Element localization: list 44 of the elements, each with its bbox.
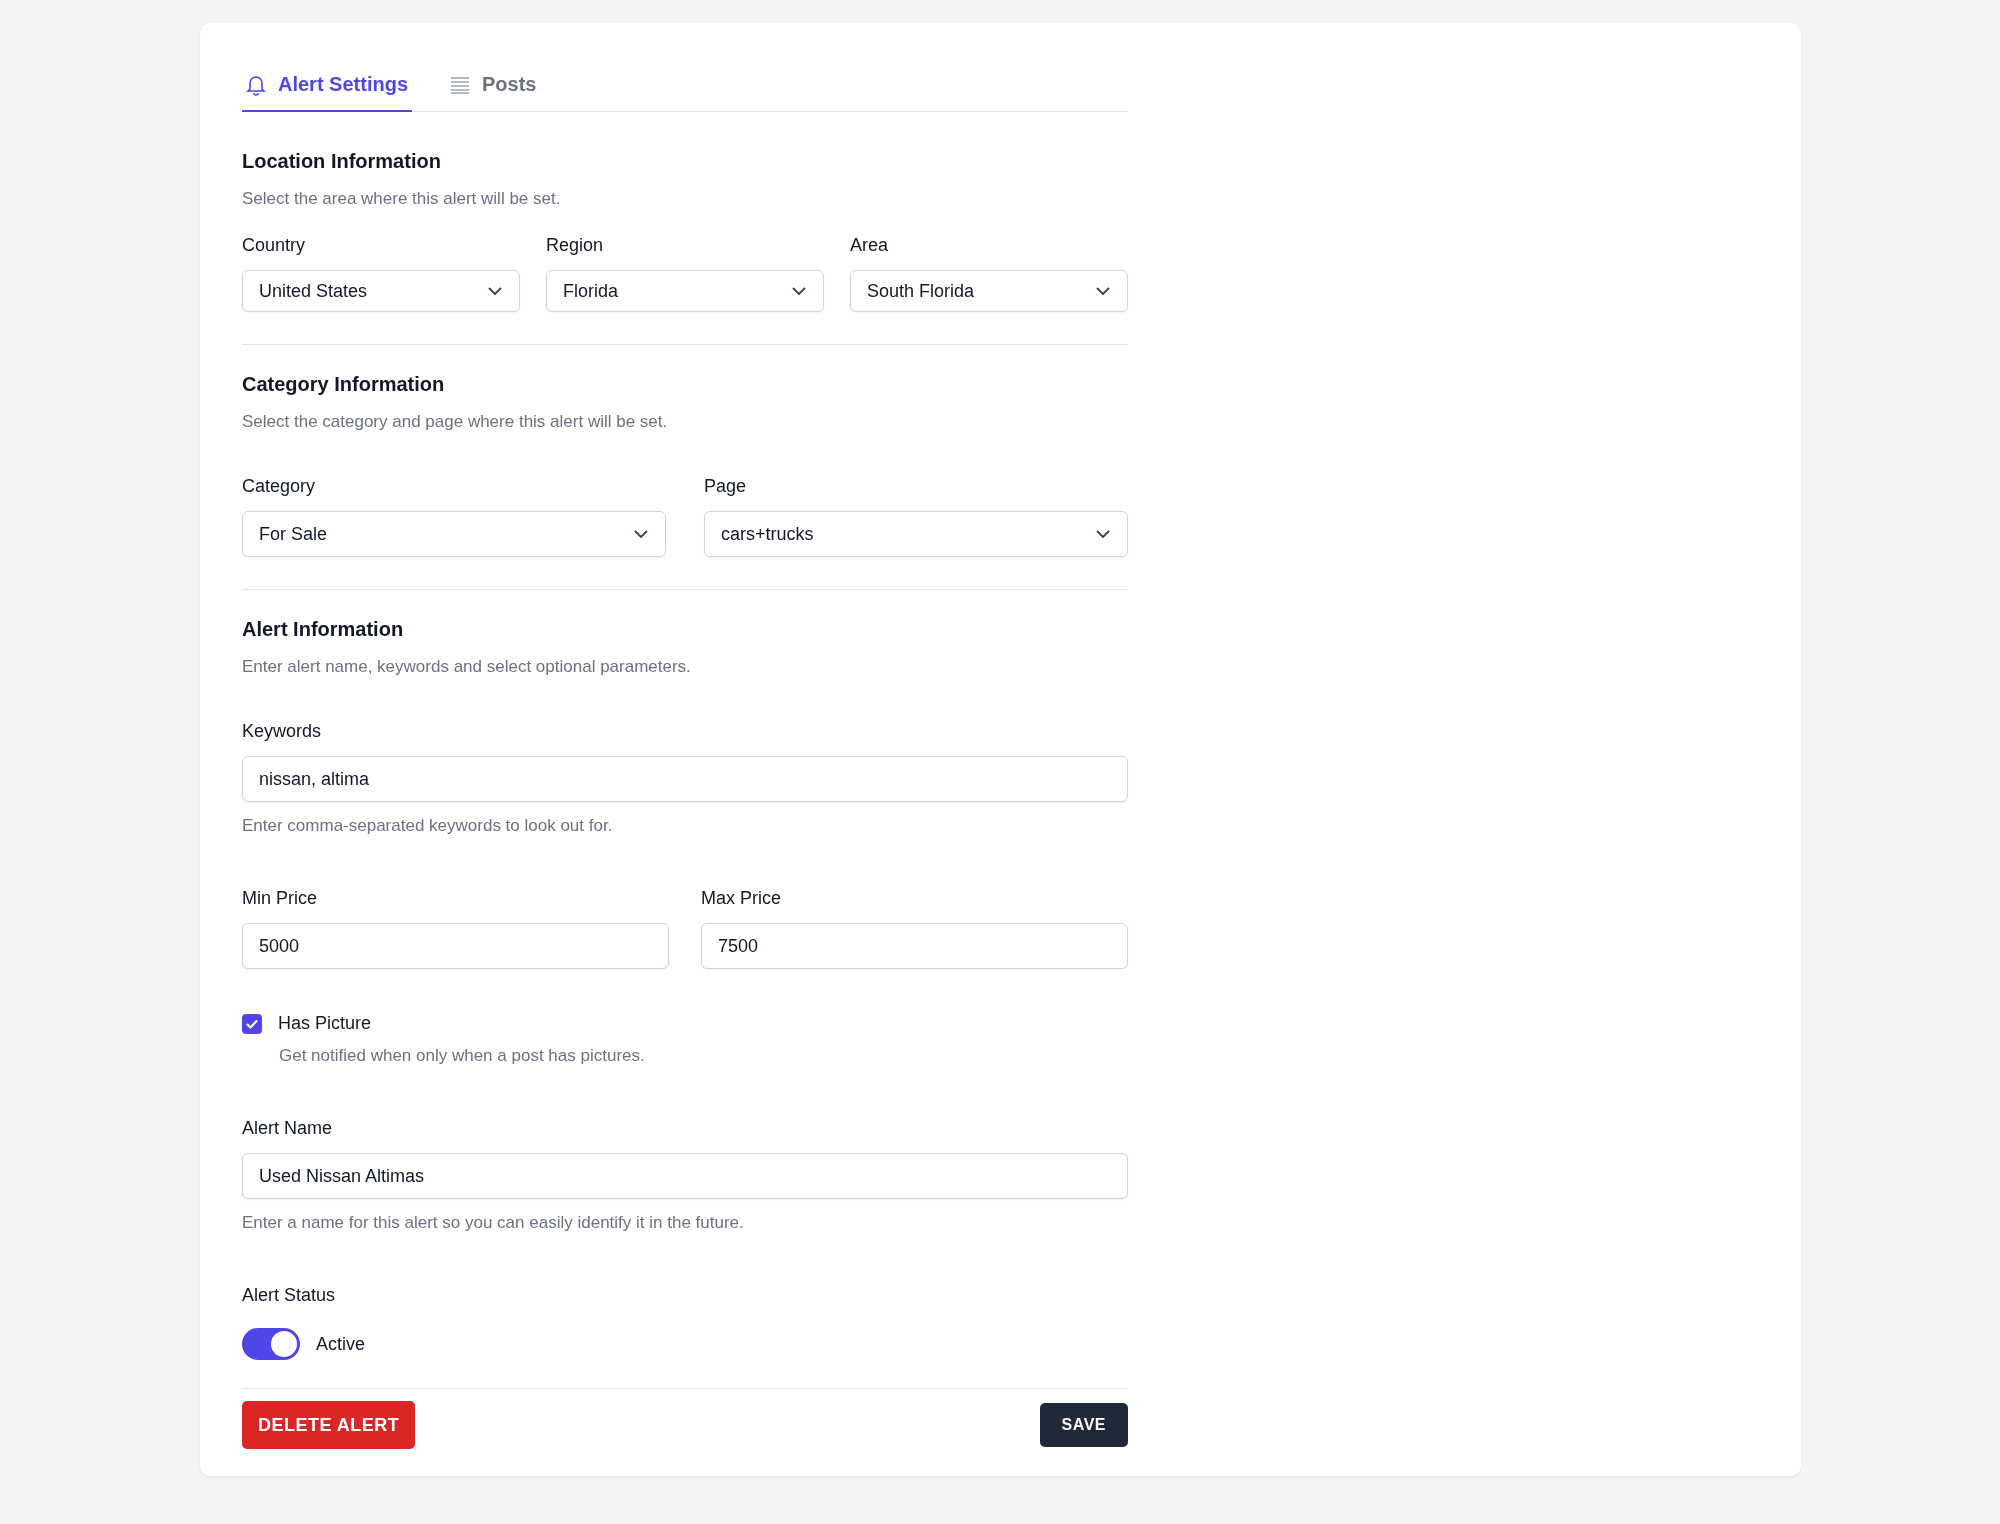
section-heading: Alert Information [242, 618, 405, 641]
price-input[interactable]: 5000 [242, 923, 669, 969]
field-label: Area [850, 235, 890, 256]
field-label: Page [704, 476, 748, 497]
bell-icon [246, 73, 266, 96]
dropdown[interactable]: Florida [546, 270, 824, 312]
chevron-down-icon [1095, 286, 1111, 296]
help-text: Enter comma-separated keywords to look out for. [242, 816, 614, 836]
toggle-switch[interactable] [242, 1328, 300, 1360]
field-label: Region [546, 235, 605, 256]
price-input[interactable]: 7500 [701, 923, 1128, 969]
section-heading: Category Information [242, 373, 446, 396]
help-text: Get notified when only when a post has pictures. [279, 1046, 646, 1066]
field-label: Alert Name [242, 1118, 334, 1139]
field-label: Keywords [242, 721, 323, 742]
save-button[interactable]: SAVE [1039, 1403, 1128, 1447]
tab[interactable]: Posts [446, 63, 541, 112]
delete-button[interactable]: DELETE ALERT [242, 1401, 416, 1449]
tab[interactable]: Alert Settings [242, 63, 413, 112]
chevron-down-icon [633, 529, 649, 539]
chevron-down-icon [487, 286, 503, 296]
chevron-down-icon [791, 286, 807, 296]
toggle-label: Active [316, 1333, 366, 1355]
section-heading: Location Information [242, 150, 442, 173]
checkmark-icon [246, 1018, 258, 1029]
field-label: Country [242, 235, 307, 256]
field-label: Category [242, 476, 317, 497]
section-description: Select the area where this alert will be set. [242, 189, 562, 209]
dropdown[interactable]: For Sale [242, 511, 666, 557]
dropdown[interactable]: South Florida [850, 270, 1128, 312]
keywords-input[interactable]: nissan, altima [242, 756, 1128, 802]
checkbox[interactable] [242, 1013, 262, 1034]
list-icon [450, 75, 471, 94]
dropdown[interactable]: United States [242, 270, 520, 312]
section-description: Enter alert name, keywords and select optional parameters. [242, 657, 692, 677]
dropdown[interactable]: cars+trucks [704, 511, 1128, 557]
checkbox-label: Has Picture [278, 1013, 372, 1034]
field-label: Min Price [242, 888, 318, 909]
field-label: Max Price [701, 888, 782, 909]
section-description: Select the category and page where this alert will be set. [242, 412, 669, 432]
help-text: Enter a name for this alert so you can easily identify it in the future. [242, 1213, 745, 1233]
alert-name-input[interactable]: Used Nissan Altimas [242, 1153, 1128, 1199]
chevron-down-icon [1095, 529, 1111, 539]
field-label: Alert Status [242, 1285, 337, 1306]
